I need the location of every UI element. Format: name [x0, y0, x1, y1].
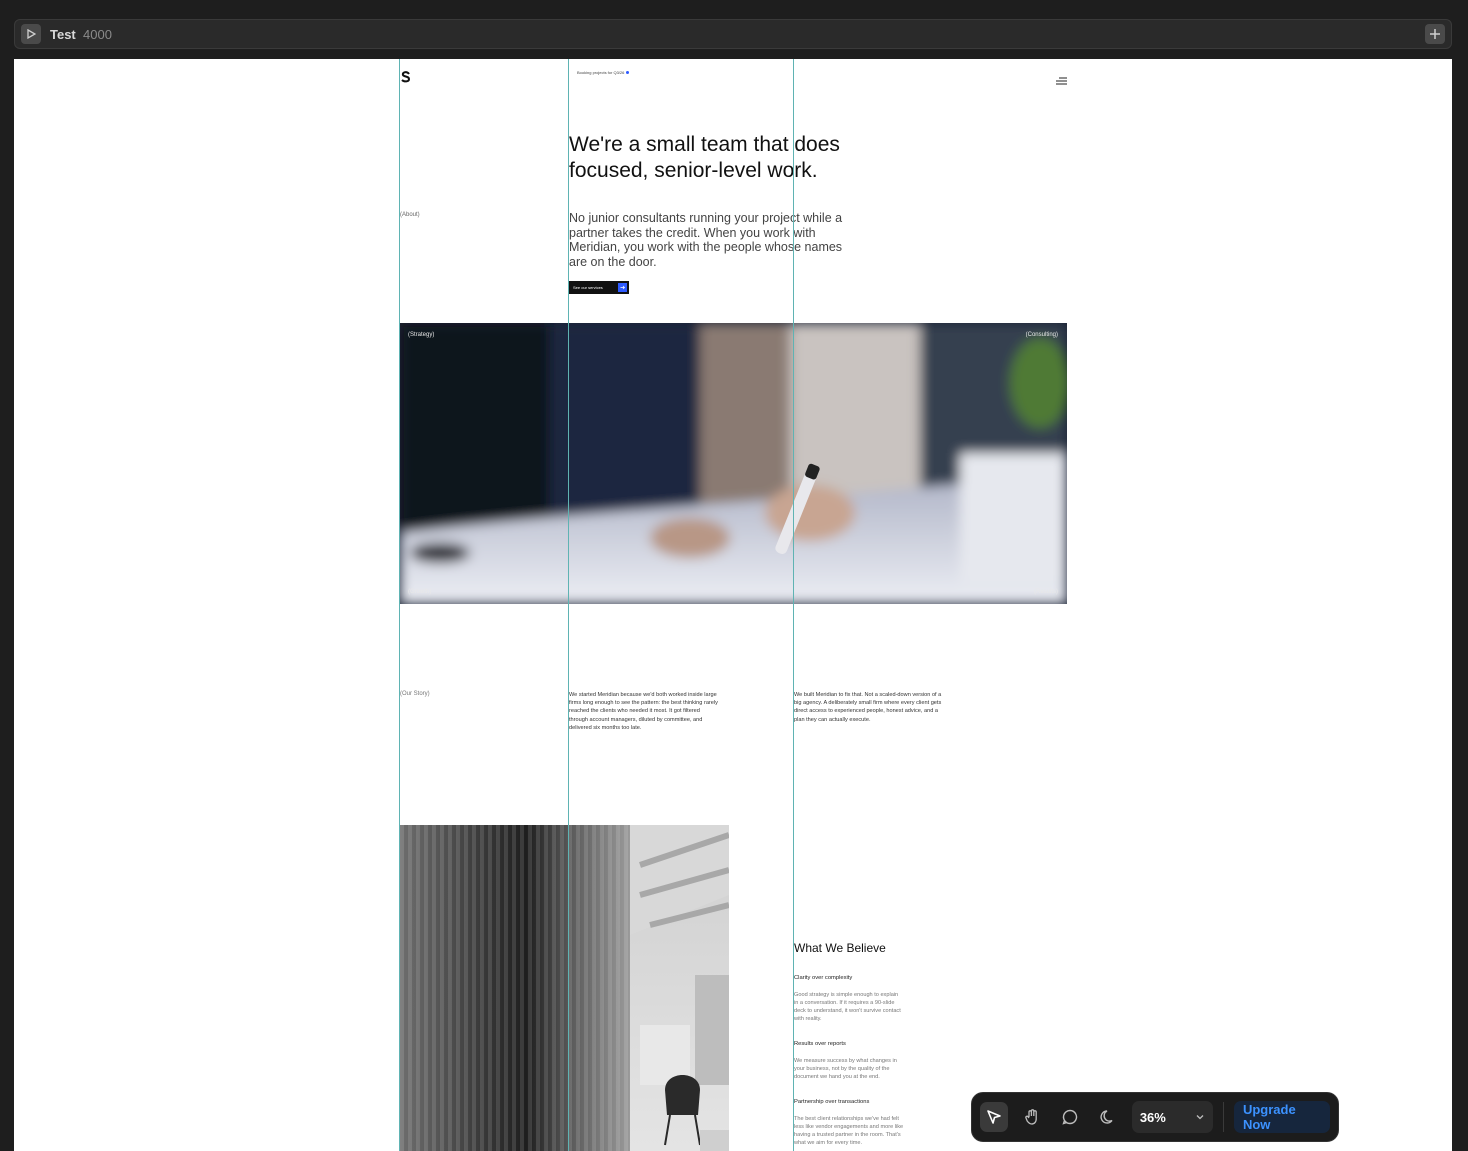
hero-image: (Strategy) (Consulting) (Growth) (Result…	[400, 323, 1067, 604]
dark-mode-moon-icon[interactable]	[1094, 1102, 1122, 1132]
hand-tool-icon[interactable]	[1018, 1102, 1046, 1132]
belief-title: Clarity over complexity	[794, 975, 853, 981]
frame-name[interactable]: Test	[50, 27, 76, 42]
belief-text: We measure success by what changes in yo…	[794, 1058, 897, 1080]
arrow-right-icon	[618, 283, 627, 292]
comment-tool-icon[interactable]	[1056, 1102, 1084, 1132]
story-section-label: (Our Story)	[400, 691, 430, 697]
frame-header: Test 4000	[14, 19, 1452, 49]
zoom-value: 36%	[1139, 1109, 1166, 1125]
upgrade-now-button[interactable]: Upgrade Now	[1233, 1101, 1331, 1133]
story-text-col2: We built Meridian to fix that. Not a sca…	[794, 692, 942, 723]
belief-title: Results over reports	[794, 1041, 846, 1047]
about-section-label: (About)	[400, 212, 420, 218]
zoom-select[interactable]: 36%	[1131, 1101, 1214, 1133]
status-dot-icon	[626, 71, 630, 75]
belief-title: Partnership over transactions	[794, 1099, 870, 1105]
hero-title: We're a small team that does focused, se…	[569, 133, 840, 182]
column-guide	[568, 59, 569, 1151]
play-icon[interactable]	[21, 24, 41, 44]
see-services-button[interactable]: See our services	[569, 281, 629, 294]
plus-icon[interactable]	[1425, 24, 1445, 44]
beliefs-title: What We Believe	[794, 941, 886, 955]
belief-text: Good strategy is simple enough to explai…	[794, 992, 901, 1022]
see-services-label: See our services	[573, 285, 603, 290]
booking-badge: Booking projects for Q3/26	[577, 70, 630, 75]
office-image	[400, 825, 729, 1151]
select-tool-cursor-icon[interactable]	[980, 1102, 1008, 1132]
hamburger-menu-icon[interactable]	[1056, 72, 1067, 90]
column-guide	[793, 59, 794, 1151]
column-guide	[399, 59, 400, 1151]
toolbar-divider	[1223, 1102, 1224, 1132]
belief-text: The best client relationships we've had …	[794, 1116, 904, 1146]
chevron-down-icon	[1196, 1115, 1204, 1120]
image-label-results: (Results)	[1033, 589, 1058, 595]
image-label-growth: (Growth)	[408, 589, 432, 595]
image-label-consulting: (Consulting)	[1025, 332, 1058, 338]
design-canvas[interactable]: Booking projects for Q3/26 We're a small…	[14, 59, 1452, 1151]
hero-description: No junior consultants running your proje…	[569, 211, 843, 270]
frame-size: 4000	[83, 27, 112, 42]
floating-toolbar: 36% Upgrade Now	[971, 1092, 1339, 1142]
story-text-col1: We started Meridian because we'd both wo…	[569, 692, 718, 731]
booking-text: Booking projects for Q3/26	[577, 70, 625, 75]
image-label-strategy: (Strategy)	[408, 332, 435, 338]
logo-icon[interactable]	[400, 70, 412, 88]
